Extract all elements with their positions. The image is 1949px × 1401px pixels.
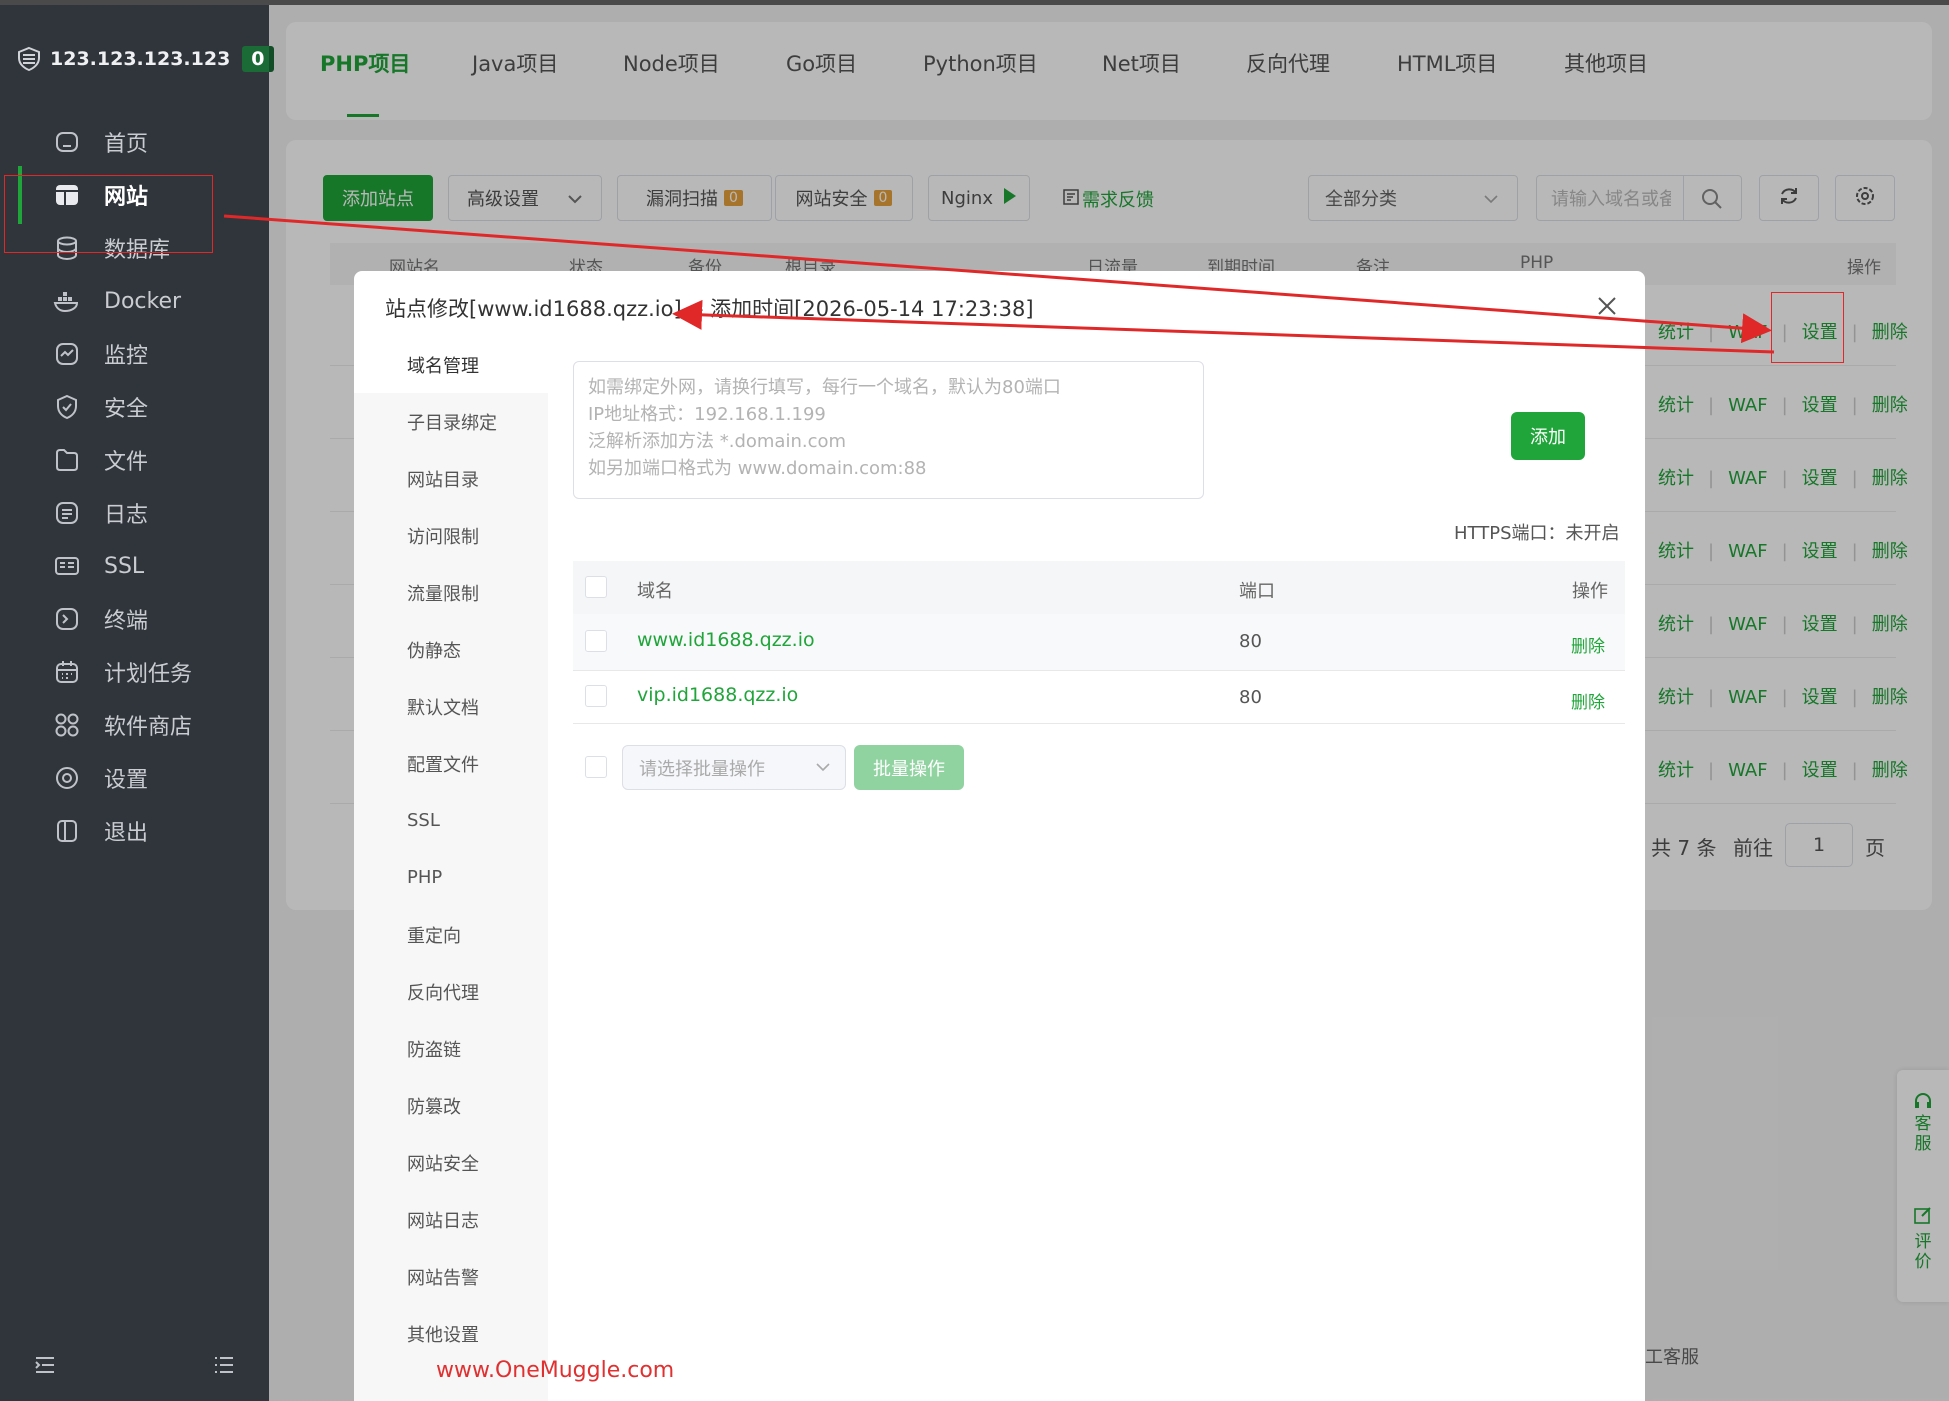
- arrow-to-settings: [223, 214, 1772, 344]
- annotation-arrows: [223, 214, 1775, 354]
